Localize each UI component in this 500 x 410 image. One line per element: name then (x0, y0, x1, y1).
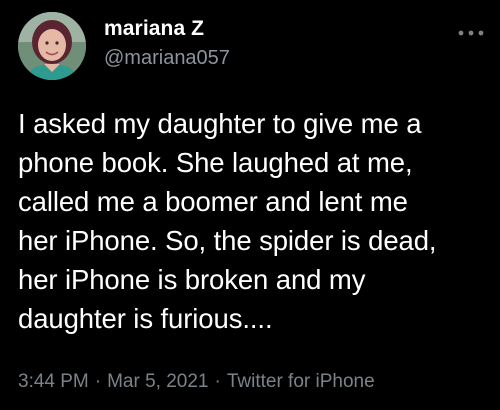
tweet-card: mariana Z @mariana057 I asked my daughte… (0, 0, 500, 410)
tweet-date[interactable]: Mar 5, 2021 (107, 371, 208, 392)
avatar[interactable] (18, 12, 86, 80)
author-handle[interactable]: @mariana057 (104, 47, 230, 70)
tweet-text-line: I asked my daughter to give me a (18, 108, 422, 139)
tweet-source-link[interactable]: Twitter for iPhone (227, 371, 375, 392)
tweet-text-line: her iPhone. So, the spider is dead, (18, 225, 437, 256)
tweet-text-line: her iPhone is broken and my (18, 264, 366, 295)
tweet-metadata: 3:44 PM · Mar 5, 2021 · Twitter for iPhone (18, 371, 375, 393)
meta-separator: · (214, 371, 221, 392)
profile-photo-icon (18, 12, 86, 80)
more-horizontal-icon (458, 30, 484, 36)
tweet-text-line: phone book. She laughed at me, (18, 147, 413, 178)
tweet-time[interactable]: 3:44 PM (18, 371, 89, 392)
tweet-text-line: daughter is furious.... (18, 303, 273, 334)
tweet-text-line: called me a boomer and lent me (18, 186, 408, 217)
more-options-button[interactable] (456, 26, 486, 40)
meta-separator: · (94, 371, 102, 392)
tweet-body-text: I asked my daughter to give me a phone b… (18, 104, 488, 338)
author-display-name[interactable]: mariana Z (104, 17, 204, 41)
